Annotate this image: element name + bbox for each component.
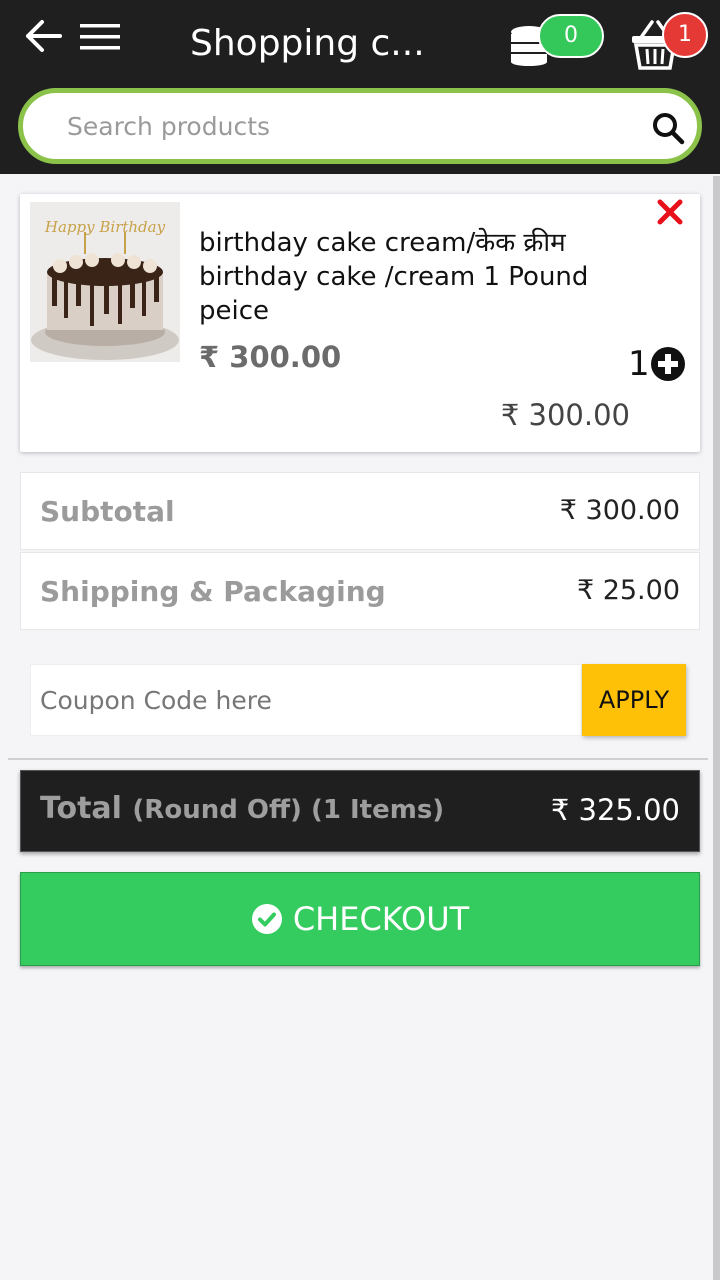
search-input[interactable] <box>67 105 627 147</box>
coupon-form: APPLY <box>30 664 686 736</box>
check-circle-icon <box>251 904 282 934</box>
scrollbar[interactable] <box>713 176 720 1280</box>
item-line-total: ₹ 300.00 <box>500 398 630 432</box>
coupon-input[interactable] <box>30 664 582 736</box>
search-bar <box>18 88 702 164</box>
total-note: (Round Off) (1 Items) <box>132 795 445 825</box>
apply-coupon-button[interactable]: APPLY <box>582 664 686 736</box>
total-label-group: Total (Round Off) (1 Items) <box>40 791 444 826</box>
total-value: ₹ 325.00 <box>550 793 680 827</box>
shipping-label: Shipping & Packaging <box>40 575 386 608</box>
checkout-button[interactable]: CHECKOUT <box>20 872 700 966</box>
hamburger-icon <box>80 24 120 50</box>
coins-button[interactable]: 0 <box>508 12 608 70</box>
item-price: ₹ 300.00 <box>199 340 342 374</box>
cart-count-badge: 1 <box>662 12 708 58</box>
subtotal-value: ₹ 300.00 <box>559 495 680 526</box>
subtotal-row: Subtotal ₹ 300.00 <box>20 472 700 550</box>
close-icon[interactable] <box>656 198 684 226</box>
cake-topper-text: Happy Birthday <box>44 218 166 236</box>
plus-circle-icon[interactable] <box>650 346 686 382</box>
arrow-left-icon <box>26 20 62 52</box>
item-name: birthday cake cream/केक क्रीम birthday c… <box>199 228 589 326</box>
checkout-label: CHECKOUT <box>292 900 470 938</box>
divider <box>8 758 708 760</box>
app-header: Shopping c... 0 1 <box>0 0 720 174</box>
product-image: Happy Birthday <box>30 202 180 362</box>
checkout-content: CHECKOUT <box>21 873 699 965</box>
shipping-row: Shipping & Packaging ₹ 25.00 <box>20 552 700 630</box>
shipping-value: ₹ 25.00 <box>576 575 680 606</box>
cart-button[interactable]: 1 <box>630 10 714 72</box>
page-title: Shopping c... <box>190 23 425 64</box>
search-icon[interactable] <box>651 111 685 145</box>
coins-count-badge: 0 <box>538 14 604 58</box>
total-row: Total (Round Off) (1 Items) ₹ 325.00 <box>20 770 700 852</box>
menu-button[interactable] <box>78 18 124 58</box>
cart-item-card: Happy Birthday birthday cake cream/केक क… <box>20 194 700 452</box>
total-label: Total <box>40 791 122 826</box>
subtotal-label: Subtotal <box>40 495 175 528</box>
back-button[interactable] <box>22 18 66 58</box>
item-quantity: 1 <box>628 344 650 384</box>
